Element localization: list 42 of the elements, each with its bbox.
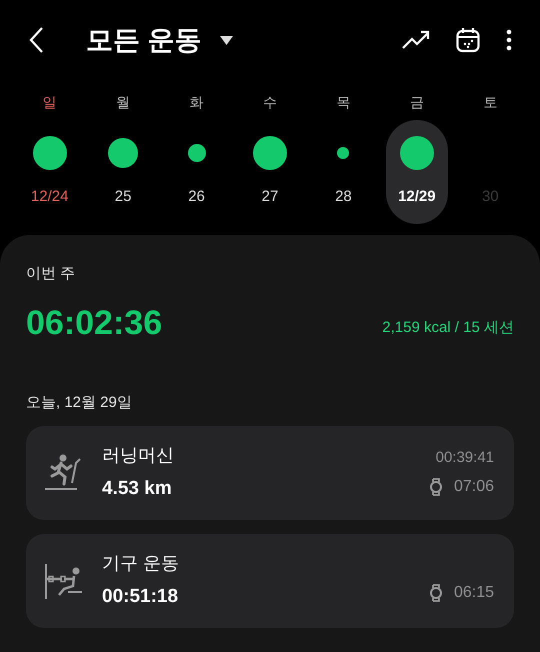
weekday-label: 금 (410, 93, 424, 112)
weekday-label: 수 (262, 93, 277, 112)
day-selector[interactable]: 26 (166, 120, 228, 224)
weekday-label: 토 (483, 93, 498, 112)
watch-icon (430, 584, 442, 602)
watch-time: 06:15 (454, 582, 494, 602)
rowing-machine-icon (44, 561, 84, 601)
more-options-icon[interactable] (506, 29, 512, 51)
workout-name: 기구 운동 (102, 552, 180, 576)
watch-icon (430, 478, 442, 496)
date-label: 28 (335, 187, 352, 207)
day-selector[interactable]: 28 (312, 120, 374, 224)
workout-card[interactable]: 러닝머신 4.53 km 00:39:41 07:06 (26, 426, 514, 520)
date-label: 30 (482, 187, 499, 207)
workout-card[interactable]: 기구 운동 00:51:18 06:15 (26, 534, 514, 628)
duration-text: 00:39:41 (436, 448, 494, 468)
weekday-label: 목 (336, 93, 350, 112)
day-selector[interactable]: 12/29 (386, 120, 448, 224)
date-label: 25 (114, 187, 132, 207)
dropdown-caret-icon[interactable] (220, 36, 233, 44)
date-label: 오늘, 12월 29일 (26, 392, 133, 412)
day-selector[interactable]: 12/24 (18, 120, 81, 224)
date-label: 12/29 (398, 187, 436, 207)
weekday-label: 월 (116, 93, 130, 112)
workout-name: 러닝머신 (102, 444, 175, 468)
weekday-label: 일 (42, 93, 57, 112)
day-selector[interactable]: 27 (238, 120, 301, 224)
screen-title: 모든 운동 (86, 24, 202, 57)
back-icon[interactable] (28, 26, 44, 54)
workout-value: 4.53 km (102, 477, 173, 502)
total-time: 06:02:36 (26, 306, 162, 340)
calendar-icon[interactable] (456, 27, 480, 53)
workout-value: 00:51:18 (102, 585, 180, 610)
trend-chart-icon[interactable] (402, 30, 430, 50)
summary-text: 2,159 kcal / 15 세션 (382, 318, 514, 338)
weekday-label: 화 (190, 93, 204, 112)
date-label: 12/24 (30, 187, 68, 207)
date-label: 26 (188, 187, 205, 207)
watch-time: 07:06 (454, 477, 494, 498)
date-label: 27 (262, 187, 278, 207)
section-label: 이번 주 (26, 264, 76, 284)
day-selector[interactable]: 25 (92, 120, 154, 224)
